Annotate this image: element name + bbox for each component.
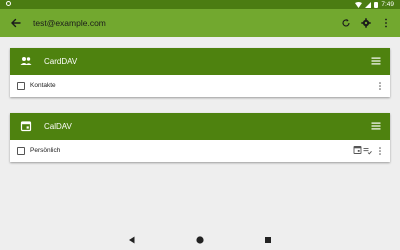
- collection-row-kontakte[interactable]: Kontakte: [10, 75, 390, 97]
- sync-checkbox[interactable]: [17, 147, 25, 155]
- collection-type-icons: [353, 145, 372, 155]
- sync-icon: [342, 19, 350, 27]
- app-bar: test@example.com: [0, 9, 400, 37]
- settings-button[interactable]: [358, 15, 374, 31]
- status-icons: 7:49: [355, 0, 394, 9]
- system-nav-bar: [0, 230, 400, 250]
- status-time: 7:49: [381, 1, 394, 8]
- menu-icon[interactable]: [369, 119, 383, 133]
- wifi-icon: [355, 1, 363, 8]
- recents-square-icon[interactable]: [262, 234, 274, 246]
- back-triangle-icon[interactable]: [126, 234, 138, 246]
- overflow-menu-icon: [385, 18, 387, 28]
- home-circle-icon[interactable]: [194, 234, 206, 246]
- collection-row-persoenlich[interactable]: Persönlich: [10, 140, 390, 162]
- caldav-card: CalDAV Persönlich: [10, 113, 390, 162]
- app-bar-actions: [338, 15, 394, 31]
- account-title: test@example.com: [33, 18, 106, 28]
- caldav-title: CalDAV: [44, 122, 72, 131]
- overflow-menu-icon[interactable]: [376, 145, 384, 157]
- collection-label: Persönlich: [30, 147, 61, 154]
- caldav-card-header: CalDAV: [10, 113, 390, 140]
- carddav-title: CardDAV: [44, 57, 78, 66]
- collection-label: Kontakte: [30, 82, 56, 89]
- carddav-card: CardDAV Kontakte: [10, 48, 390, 97]
- calendar-icon: [20, 121, 32, 132]
- battery-icon: [374, 1, 379, 8]
- overflow-menu-button[interactable]: [378, 15, 394, 31]
- tasks-icon: [363, 148, 372, 155]
- overflow-menu-icon[interactable]: [376, 80, 384, 92]
- carddav-card-header: CardDAV: [10, 48, 390, 75]
- sync-checkbox[interactable]: [17, 82, 25, 90]
- menu-icon[interactable]: [369, 54, 383, 68]
- settings-icon: [361, 18, 371, 28]
- status-bar: 7:49: [0, 0, 400, 9]
- signal-icon: [365, 1, 372, 8]
- app-notification-icon: [6, 1, 11, 6]
- contacts-icon: [20, 57, 32, 65]
- calendar-icon: [353, 146, 362, 154]
- arrow-back-icon[interactable]: [8, 15, 24, 31]
- sync-button[interactable]: [338, 15, 354, 31]
